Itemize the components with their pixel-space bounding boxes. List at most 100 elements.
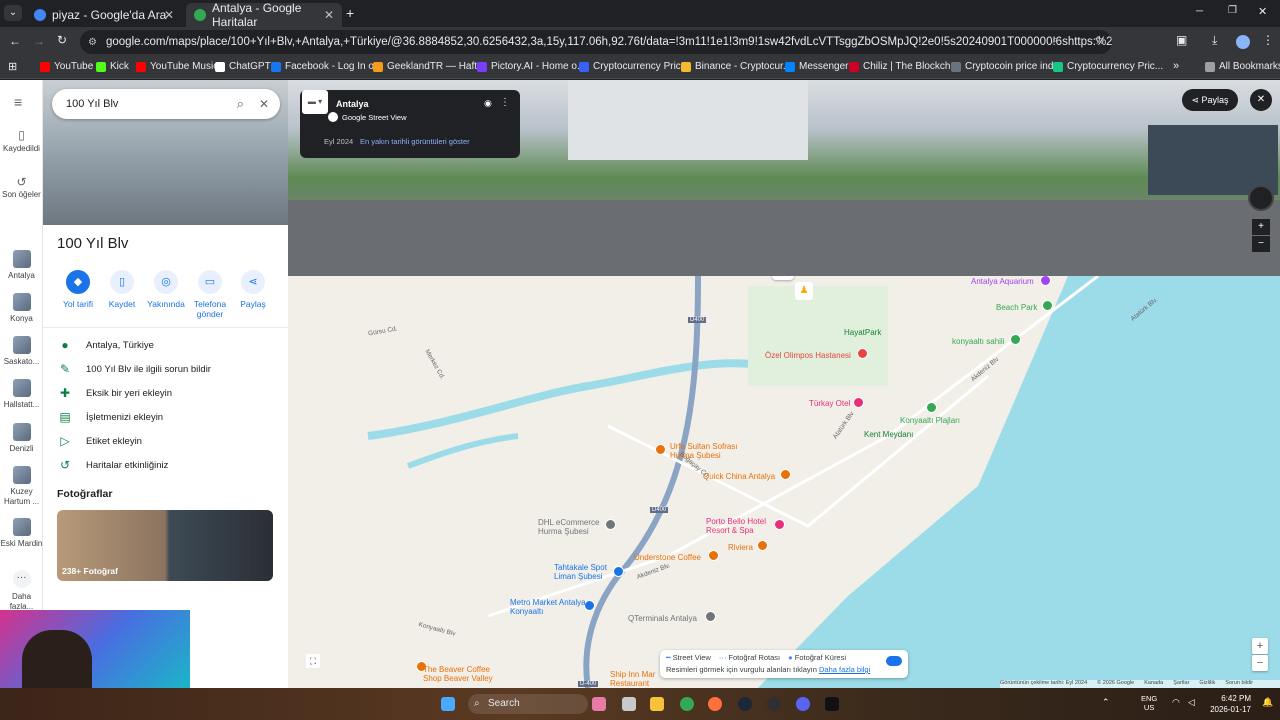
menu-icon[interactable]: ⋮ <box>1262 33 1274 47</box>
rail-item-kuzey-hartum[interactable]: Kuzey Hartum ... <box>0 466 43 507</box>
star-icon[interactable]: ☆ <box>1094 33 1105 47</box>
more-icon[interactable]: ⋮ <box>500 97 510 108</box>
app-icon[interactable] <box>825 697 839 711</box>
rail-item-recent[interactable]: ↺ Son öğeler <box>0 176 43 200</box>
extensions-icon[interactable]: ▣ <box>1176 33 1187 47</box>
street-view-pane[interactable]: ▬ ▾ Antalya ◉ ⋮ Google Street View Eyl 2… <box>288 80 1280 276</box>
bookmark-item[interactable]: ChatGPT <box>215 61 271 72</box>
rail-item-denizli[interactable]: Denizli <box>0 423 43 454</box>
maps-activity-row[interactable]: ↺ Haritalar etkinliğiniz <box>57 456 287 474</box>
menu-icon[interactable]: ≡ <box>14 94 22 110</box>
hotel-icon[interactable] <box>774 519 785 530</box>
tray-overflow-icon[interactable]: ⌃ <box>1102 697 1110 708</box>
reload-icon[interactable]: ↻ <box>57 33 67 47</box>
clock[interactable]: 6:42 PM 2026-01-17 <box>1207 693 1251 715</box>
poi-label[interactable]: Konyaaltı Plajları <box>900 416 960 425</box>
address-row[interactable]: ● Antalya, Türkiye <box>57 336 287 354</box>
bookmark-item[interactable]: Cryptocoin price ind... <box>951 61 1062 72</box>
zoom-out-button[interactable]: − <box>1252 655 1268 671</box>
bookmark-item[interactable]: Messenger <box>785 61 848 72</box>
send-to-phone-button[interactable]: ▭ Telefona gönder <box>188 270 232 319</box>
bookmark-item[interactable]: YouTube Music <box>136 61 218 72</box>
port-icon[interactable] <box>705 611 716 622</box>
rail-item-eski-mardin[interactable]: Eski Mardin <box>0 518 43 549</box>
rail-item-konya[interactable]: Konya <box>0 293 43 324</box>
poi-beach-icon[interactable] <box>926 402 937 413</box>
poi-label[interactable]: QTerminals Antalya <box>628 614 697 623</box>
file-explorer-icon[interactable] <box>650 697 664 711</box>
obs-icon[interactable] <box>767 697 781 711</box>
add-business-row[interactable]: ▤ İşletmenizi ekleyin <box>57 408 287 426</box>
poi-label[interactable]: Özel Olimpos Hastanesi <box>765 351 851 360</box>
restaurant-icon[interactable] <box>655 444 666 455</box>
poi-label[interactable]: Riviera <box>728 543 753 552</box>
photos-tile[interactable]: 238+ Fotoğraf <box>57 510 273 581</box>
search-icon[interactable]: ⌕ <box>237 96 244 112</box>
poi-label[interactable]: Tahtakale Spot Liman Şubesi <box>554 563 614 581</box>
close-icon[interactable]: ✕ <box>1250 89 1272 111</box>
poi-label[interactable]: Antalya Aquarium <box>971 277 1034 286</box>
maximize-icon[interactable]: ❐ <box>1228 5 1237 16</box>
chrome-icon[interactable] <box>680 697 694 711</box>
poi-label[interactable]: HayatPark <box>844 328 881 337</box>
bookmark-item[interactable]: Binance - Cryptocur... <box>681 61 791 72</box>
bookmark-item[interactable]: Facebook - Log In o... <box>271 61 382 72</box>
report-issue-row[interactable]: ✎ 100 Yıl Blv ile ilgili sorun bildir <box>57 360 287 378</box>
tab-search-button[interactable]: ⌄ <box>4 5 22 21</box>
forward-icon[interactable]: → <box>33 34 45 48</box>
collapse-icon[interactable]: ▬ ▾ <box>302 90 328 114</box>
bookmark-item[interactable]: GeeklandTR — Haft... <box>373 61 485 72</box>
more-bookmarks-icon[interactable]: » <box>1173 60 1179 72</box>
steam-icon[interactable] <box>738 697 752 711</box>
site-info-icon[interactable]: ⚙ <box>88 37 97 48</box>
windows-start-icon[interactable] <box>441 697 455 711</box>
volume-icon[interactable]: ◁ <box>1188 697 1195 708</box>
learn-more-link[interactable]: Daha fazla bilgi <box>819 665 870 674</box>
poi-label[interactable]: Beach Park <box>996 303 1037 312</box>
pegman-icon[interactable]: ♟ <box>795 282 813 300</box>
tab-google-maps[interactable]: Antalya - Google Haritalar ✕ <box>186 1 342 29</box>
rail-item-more[interactable]: ··· Daha fazla... <box>0 570 43 612</box>
poi-label[interactable]: Porto Bello Hotel Resort & Spa <box>706 517 772 535</box>
new-tab-button[interactable]: + <box>346 5 354 21</box>
search-input[interactable]: 100 Yıl Blv ⌕ ✕ <box>52 89 280 119</box>
close-icon[interactable]: ✕ <box>259 97 269 111</box>
zoom-out-button[interactable]: − <box>1252 236 1270 252</box>
zoom-in-button[interactable]: + <box>1252 219 1270 235</box>
sv-date-link[interactable]: En yakın tarihli görüntüleri göster <box>360 137 470 146</box>
poi-label[interactable]: Quick China Antalya <box>703 472 775 481</box>
close-tab-icon[interactable]: ✕ <box>164 8 174 22</box>
poi-label[interactable]: Türkay Otel <box>809 399 850 408</box>
poi-park-icon[interactable] <box>1042 300 1053 311</box>
poi-label[interactable]: The Beaver Coffee Shop Beaver Valley <box>423 665 499 683</box>
street-view-toggle[interactable] <box>886 656 902 666</box>
cafe-icon[interactable] <box>708 550 719 561</box>
poi-label[interactable]: Understone Coffee <box>634 553 701 562</box>
all-bookmarks-button[interactable]: All Bookmarks <box>1205 61 1280 72</box>
back-icon[interactable]: ← <box>9 34 21 48</box>
profile-icon[interactable] <box>1236 35 1250 49</box>
close-tab-icon[interactable]: ✕ <box>324 8 334 22</box>
nearby-button[interactable]: ◎ Yakınında <box>144 270 188 309</box>
rail-item-saskatoon[interactable]: Saskato... <box>0 336 43 367</box>
widgets-icon[interactable] <box>592 697 606 711</box>
poi-label[interactable]: Metro Market Antalya - Konyaaltı <box>510 598 594 616</box>
firefox-icon[interactable] <box>708 697 722 711</box>
restaurant-icon[interactable] <box>780 469 791 480</box>
address-bar[interactable]: ⚙ google.com/maps/place/100+Yıl+Blv,+Ant… <box>80 30 1112 54</box>
bookmark-item[interactable]: Pictory.AI - Home o... <box>477 61 585 72</box>
taskbar-search[interactable]: ⌕ Search <box>468 694 588 714</box>
rail-item-saved[interactable]: ▯ Kaydedildi <box>0 129 43 154</box>
add-missing-place-row[interactable]: ✚ Eksik bir yeri ekleyin <box>57 384 287 402</box>
language-indicator[interactable]: ENG US <box>1141 694 1157 712</box>
zoom-icon[interactable]: ⌕ <box>1052 34 1058 47</box>
bookmark-item[interactable]: Cryptocurrency Pric... <box>1053 61 1163 72</box>
poi-label[interactable]: Urfa Sultan Sofrası Hurma Şubesi <box>670 442 742 460</box>
hotel-icon[interactable] <box>853 397 864 408</box>
poi-label[interactable]: Kent Meydanı <box>864 430 913 439</box>
close-window-icon[interactable]: ✕ <box>1258 5 1267 18</box>
discord-icon[interactable] <box>796 697 810 711</box>
pin-icon[interactable]: ◉ <box>484 98 492 109</box>
save-button[interactable]: ▯ Kaydet <box>100 270 144 309</box>
poi-label[interactable]: DHL eCommerce Hurma Şubesi <box>538 518 604 536</box>
